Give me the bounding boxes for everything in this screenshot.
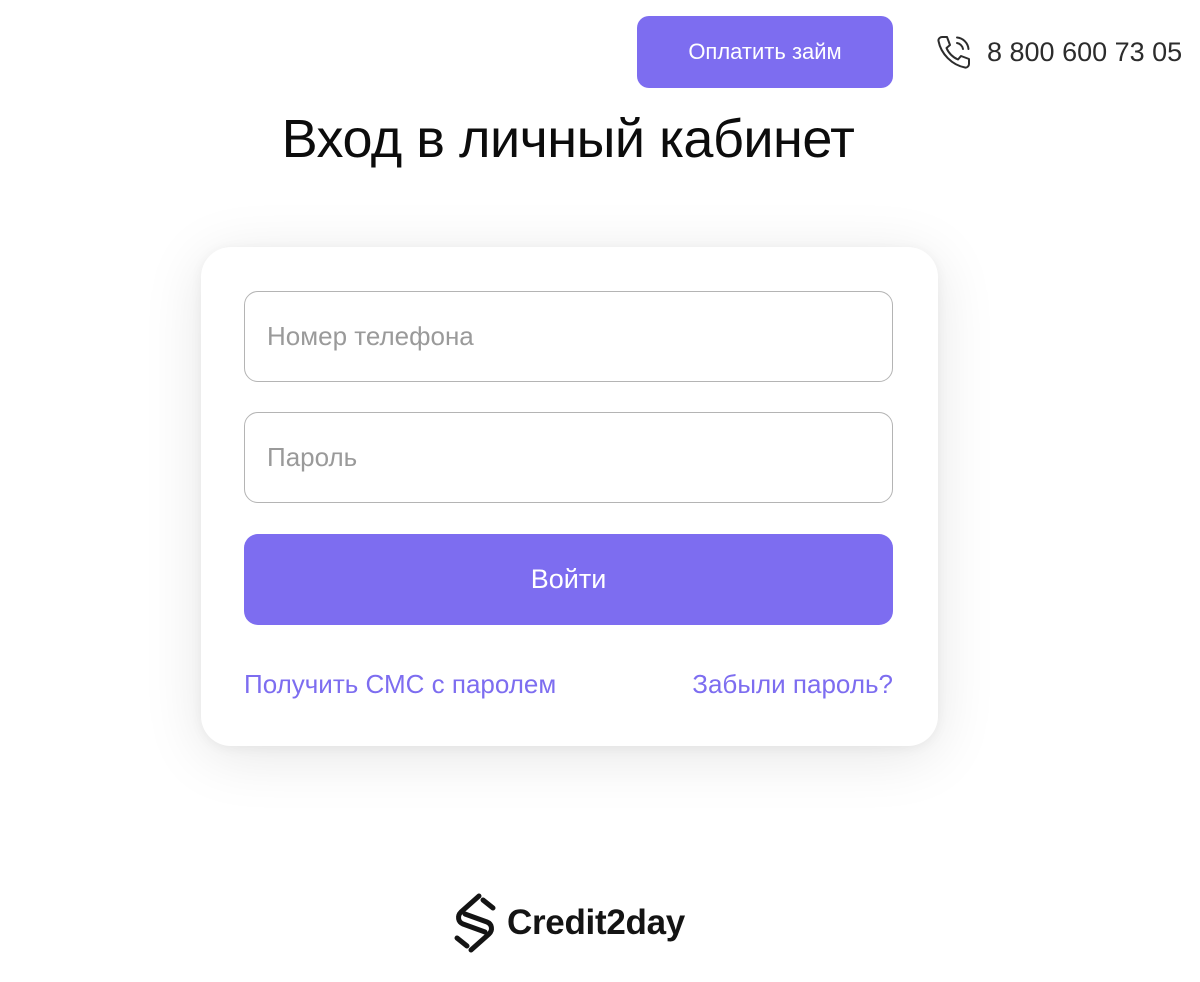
pay-loan-button[interactable]: Оплатить займ <box>637 16 893 88</box>
hotline-phone-link[interactable]: 8 800 600 73 05 <box>934 30 1182 74</box>
brand-name: Credit2day <box>507 903 685 942</box>
login-card: Номер телефона Пароль Войти Получить СМС… <box>201 247 938 746</box>
pay-loan-button-label: Оплатить займ <box>688 39 842 64</box>
phone-number-input[interactable]: Номер телефона <box>244 291 893 382</box>
phone-number: 8 800 600 73 05 <box>987 36 1183 67</box>
phone-icon <box>934 32 974 72</box>
login-button[interactable]: Войти <box>244 534 893 625</box>
phone-number-placeholder: Номер телефона <box>267 321 474 351</box>
page-title: Вход в личный кабинет <box>281 109 855 169</box>
password-input[interactable]: Пароль <box>244 412 893 503</box>
login-button-label: Войти <box>530 564 607 594</box>
brand-logo: Credit2day <box>449 892 685 954</box>
forgot-password-link[interactable]: Забыли пароль? <box>692 669 893 700</box>
password-placeholder: Пароль <box>267 442 358 472</box>
brand-logo-icon <box>449 892 501 954</box>
get-sms-password-link[interactable]: Получить СМС с паролем <box>244 669 556 700</box>
